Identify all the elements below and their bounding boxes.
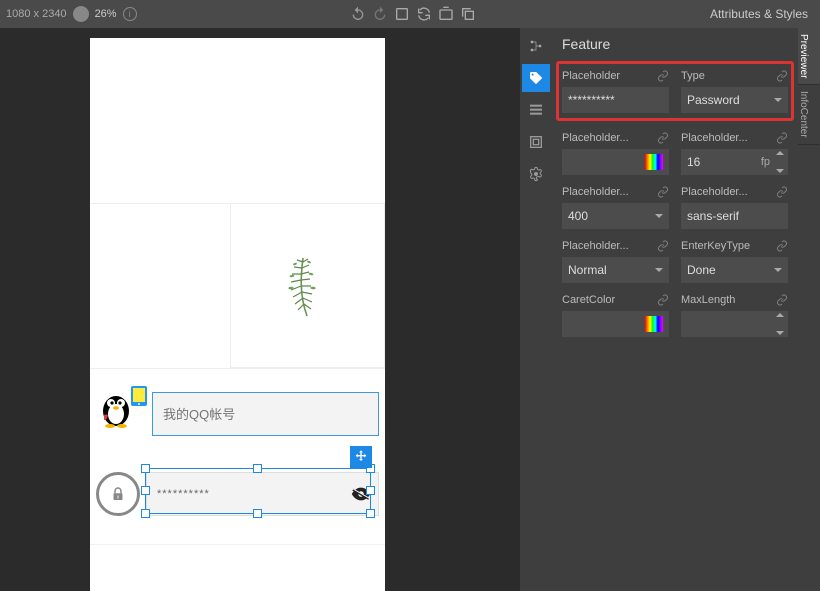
username-input[interactable] xyxy=(152,392,379,436)
rotate-icon[interactable] xyxy=(416,6,432,22)
link-icon[interactable] xyxy=(657,294,669,306)
placeholder-label: Placeholder xyxy=(562,70,620,82)
image-container[interactable] xyxy=(230,203,385,368)
link-icon[interactable] xyxy=(657,186,669,198)
panel-tab-strip xyxy=(520,28,552,591)
redo-icon[interactable] xyxy=(372,6,388,22)
link-icon[interactable] xyxy=(776,132,788,144)
link-icon[interactable] xyxy=(657,132,669,144)
caretcolor-picker[interactable] xyxy=(562,311,669,337)
topbar-action-icons xyxy=(350,6,476,22)
chevron-down-icon xyxy=(655,268,663,272)
stepper-icon[interactable] xyxy=(776,313,784,335)
side-rail-tabs: Previewer InfoCenter xyxy=(798,28,820,591)
tab-attributes-icon[interactable] xyxy=(522,64,550,92)
leaf-image xyxy=(279,254,327,318)
chevron-down-icon xyxy=(774,268,782,272)
lock-icon xyxy=(109,485,127,503)
color-swatch-icon xyxy=(645,154,663,170)
attributes-panel: Feature Placeholder xyxy=(520,28,820,591)
divider xyxy=(90,368,385,369)
visibility-off-icon[interactable] xyxy=(350,483,372,505)
panel-body: Feature Placeholder xyxy=(552,28,798,591)
fontstyle-dropdown[interactable]: Normal xyxy=(562,257,669,283)
placeholder-fontsize-label: Placeholder... xyxy=(681,132,748,144)
highlight-box: Placeholder Type Password xyxy=(556,61,794,121)
divider xyxy=(90,544,385,545)
fontstyle-label: Placeholder... xyxy=(562,240,629,252)
enterkeytype-dropdown[interactable]: Done xyxy=(681,257,788,283)
color-swatch-icon xyxy=(645,316,663,332)
fontweight-dropdown[interactable]: 400 xyxy=(562,203,669,229)
phone-mockup: ********** xyxy=(90,38,385,591)
topbar-left: 1080 x 2340 26% i xyxy=(0,6,137,22)
placeholder-color-picker[interactable] xyxy=(562,149,669,175)
copy-icon[interactable] xyxy=(460,6,476,22)
screenshot-icon[interactable] xyxy=(394,6,410,22)
fontweight-label: Placeholder... xyxy=(562,186,629,198)
tab-layers-icon[interactable] xyxy=(522,96,550,124)
placeholder-fontsize-input[interactable]: 16 fp xyxy=(681,149,788,175)
stepper-icon[interactable] xyxy=(776,151,784,173)
rail-infocenter[interactable]: InfoCenter xyxy=(798,85,820,145)
link-icon[interactable] xyxy=(657,240,669,252)
caretcolor-label: CaretColor xyxy=(562,294,615,306)
export-icon[interactable] xyxy=(438,6,454,22)
info-icon[interactable]: i xyxy=(123,7,137,21)
type-value: Password xyxy=(687,93,740,107)
top-toolbar: 1080 x 2340 26% i Attributes & Styles xyxy=(0,0,820,28)
move-handle-icon[interactable] xyxy=(350,446,372,468)
enterkeytype-label: EnterKeyType xyxy=(681,240,750,252)
device-badge-icon xyxy=(128,385,150,407)
type-dropdown[interactable]: Password xyxy=(681,87,788,113)
zoom-slider-knob[interactable] xyxy=(73,6,89,22)
link-icon[interactable] xyxy=(776,70,788,82)
rail-previewer[interactable]: Previewer xyxy=(798,28,820,85)
canvas-dimensions: 1080 x 2340 xyxy=(6,8,67,20)
link-icon[interactable] xyxy=(776,294,788,306)
link-icon[interactable] xyxy=(657,70,669,82)
zoom-percent: 26% xyxy=(95,8,117,20)
lock-icon-container xyxy=(96,472,140,516)
password-masked-value: ********** xyxy=(157,488,210,500)
undo-icon[interactable] xyxy=(350,6,366,22)
tab-settings-icon[interactable] xyxy=(522,160,550,188)
qq-avatar-icon xyxy=(96,389,146,439)
main-area: ********** xyxy=(0,28,820,591)
tab-box-icon[interactable] xyxy=(522,128,550,156)
maxlength-label: MaxLength xyxy=(681,294,735,306)
username-row xyxy=(94,378,381,450)
placeholder-color-label: Placeholder... xyxy=(562,132,629,144)
chevron-down-icon xyxy=(774,98,782,102)
section-title: Feature xyxy=(562,34,788,58)
fontfamily-label: Placeholder... xyxy=(681,186,748,198)
maxlength-input[interactable] xyxy=(681,311,788,337)
password-input[interactable]: ********** xyxy=(146,472,379,516)
panel-title-partial: Attributes & Styles xyxy=(710,7,820,21)
link-icon[interactable] xyxy=(776,240,788,252)
password-row: ********** xyxy=(94,458,381,530)
type-label: Type xyxy=(681,70,705,82)
unit-label: fp xyxy=(761,156,770,168)
design-canvas[interactable]: ********** xyxy=(0,28,520,591)
placeholder-input[interactable] xyxy=(562,87,669,113)
tab-tree-icon[interactable] xyxy=(522,32,550,60)
chevron-down-icon xyxy=(655,214,663,218)
fontfamily-input[interactable] xyxy=(681,203,788,229)
link-icon[interactable] xyxy=(776,186,788,198)
